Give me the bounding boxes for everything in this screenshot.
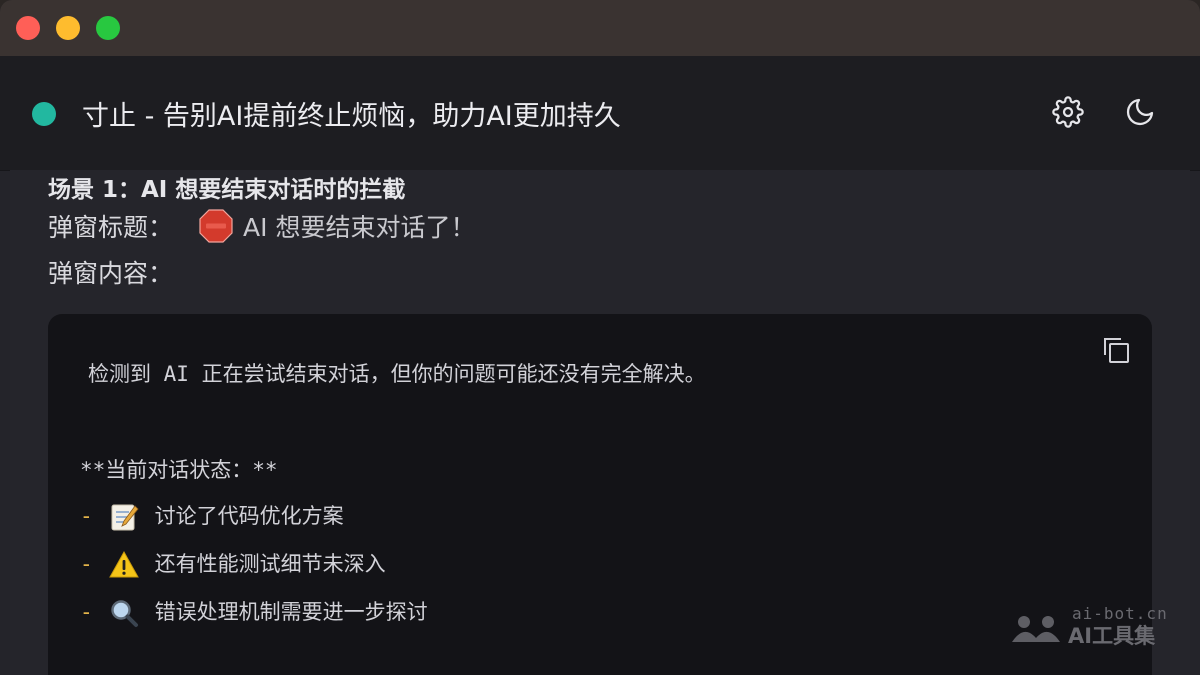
status-indicator	[32, 102, 56, 126]
magnifier-icon	[109, 598, 139, 628]
minimize-window-button[interactable]	[56, 16, 80, 40]
app-window: 寸止 - 告别AI提前终止烦恼，助力AI更加持久 场景 1：AI 想要结束对话时…	[0, 0, 1200, 675]
title-bar	[0, 0, 1200, 56]
warning-icon	[108, 550, 139, 580]
list-dash: -	[80, 552, 93, 576]
watermark-logo-icon	[1010, 610, 1062, 644]
list-item-text: 错误处理机制需要进一步探讨	[154, 600, 428, 624]
watermark: ai-bot.cn AI工具集	[1010, 604, 1180, 648]
list-item: - 还有性能测试细节未深入	[80, 548, 386, 580]
list-dash: -	[80, 504, 93, 528]
stop-sign-icon	[199, 209, 233, 243]
app-title: 寸止 - 告别AI提前终止烦恼，助力AI更加持久	[82, 101, 621, 132]
popup-title-label: 弹窗标题：	[48, 213, 174, 242]
copy-icon[interactable]	[1100, 334, 1132, 366]
popup-title-text: AI 想要结束对话了！	[243, 213, 476, 242]
scene-heading: 场景 1：AI 想要结束对话时的拦截	[48, 177, 406, 203]
app-header: 寸止 - 告别AI提前终止烦恼，助力AI更加持久	[0, 56, 1200, 171]
code-block: 检测到 AI 正在尝试结束对话，但你的问题可能还没有完全解决。 **当前对话状态…	[48, 314, 1152, 675]
watermark-brand: AI工具集	[1068, 624, 1156, 648]
maximize-window-button[interactable]	[96, 16, 120, 40]
close-window-button[interactable]	[16, 16, 40, 40]
moon-icon[interactable]	[1124, 96, 1156, 128]
list-item-text: 讨论了代码优化方案	[154, 504, 344, 528]
list-item: - 讨论了代码优化方案	[80, 500, 344, 532]
list-item: - 错误处理机制需要进一步探讨	[80, 596, 428, 628]
code-status-heading: **当前对话状态：**	[80, 458, 278, 482]
code-intro-line: 检测到 AI 正在尝试结束对话，但你的问题可能还没有完全解决。	[88, 362, 706, 386]
list-item-text: 还有性能测试细节未深入	[154, 552, 386, 576]
list-dash: -	[80, 600, 93, 624]
popup-title-row: 弹窗标题： AI 想要结束对话了！	[48, 208, 475, 244]
popup-content-label: 弹窗内容：	[48, 259, 174, 288]
main-content: 场景 1：AI 想要结束对话时的拦截 弹窗标题： AI 想要结束对话了！ 弹窗内…	[10, 170, 1190, 675]
memo-icon	[109, 502, 139, 532]
gear-icon[interactable]	[1052, 96, 1084, 128]
